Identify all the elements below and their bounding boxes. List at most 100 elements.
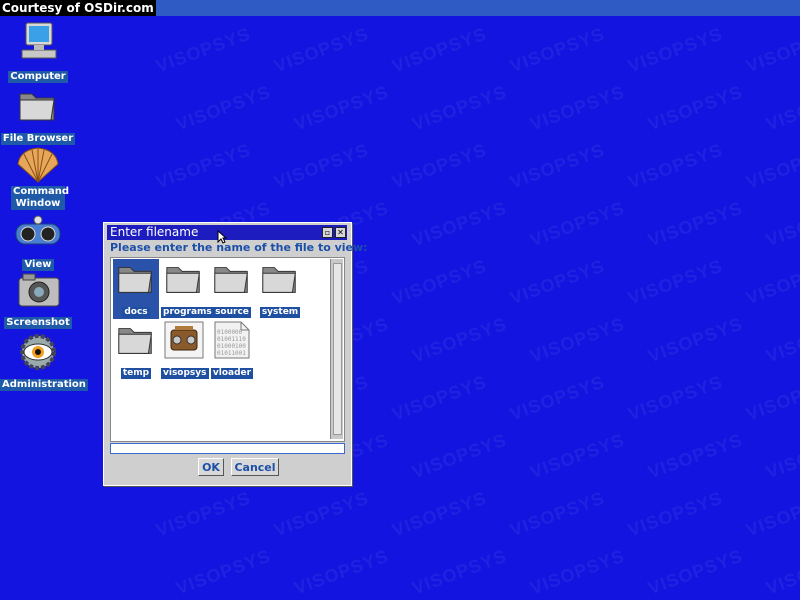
folder-icon (262, 267, 296, 293)
courtesy-banner: Courtesy of OSDir.com (0, 0, 156, 16)
watermark-text: VISOPSYS (173, 545, 274, 599)
file-list: docs programs source system temp visopsy… (110, 257, 345, 442)
watermark-text: VISOPSYS (291, 545, 392, 599)
watermark-text: VISOPSYS (389, 23, 490, 77)
file-item-visopsys[interactable]: visopsys (161, 320, 209, 379)
file-item-system[interactable]: system (257, 259, 303, 318)
binary-line-1: 0100000 (217, 329, 243, 336)
desktop-icon-screenshot[interactable]: Screenshot (0, 270, 76, 329)
enter-filename-dialog: Enter filename ▫ ✕ Please enter the name… (103, 222, 368, 486)
viewer-icon (15, 215, 61, 245)
watermark-text: VISOPSYS (527, 81, 628, 135)
watermark-text: VISOPSYS (409, 197, 510, 251)
desktop-label-screenshot: Screenshot (4, 317, 72, 329)
watermark-text: VISOPSYS (409, 429, 510, 483)
desktop-label-computer: Computer (8, 71, 68, 83)
watermark-text: VISOPSYS (153, 23, 254, 77)
watermark-text: VISOPSYS (271, 487, 372, 541)
watermark-text: VISOPSYS (409, 81, 510, 135)
desktop-icon-administration[interactable]: Administration (0, 332, 88, 391)
watermark-text: VISOPSYS (271, 23, 372, 77)
close-button[interactable]: ✕ (335, 227, 346, 238)
computer-icon (21, 22, 57, 59)
binary-line-3: 01000100 (217, 343, 246, 350)
desktop-icon-computer[interactable]: Computer (0, 20, 76, 83)
watermark-text: VISOPSYS (645, 313, 746, 367)
folder-icon (118, 267, 152, 293)
watermark-text: VISOPSYS (389, 139, 490, 193)
file-list-scrollbar[interactable] (330, 259, 343, 439)
folder-icon (214, 267, 248, 293)
watermark-text: VISOPSYS (625, 23, 726, 77)
watermark-text: VISOPSYS (527, 313, 628, 367)
camera-icon (18, 273, 60, 307)
watermark-text: VISOPSYS (763, 81, 800, 135)
watermark-text: VISOPSYS (763, 197, 800, 251)
dialog-prompt: Please enter the name of the file to vie… (110, 241, 368, 254)
desktop-icon-file-browser[interactable]: File Browser (0, 86, 76, 145)
desktop-icon-view[interactable]: View (0, 214, 76, 271)
folder-icon (166, 267, 200, 293)
shell-icon (17, 147, 59, 183)
watermark-text: VISOPSYS (743, 139, 800, 193)
watermark-text: VISOPSYS (645, 197, 746, 251)
watermark-text: VISOPSYS (153, 487, 254, 541)
watermark-text: VISOPSYS (507, 23, 608, 77)
dialog-title: Enter filename (110, 225, 199, 239)
cancel-button[interactable]: Cancel (231, 458, 279, 476)
watermark-text: VISOPSYS (763, 545, 800, 599)
watermark-text: VISOPSYS (763, 429, 800, 483)
watermark-text: VISOPSYS (625, 139, 726, 193)
desktop-label-administration: Administration (0, 379, 88, 391)
folder-icon (118, 328, 152, 354)
watermark-text: VISOPSYS (173, 81, 274, 135)
file-label-vloader: vloader (210, 368, 254, 379)
watermark-text: VISOPSYS (645, 545, 746, 599)
watermark-text: VISOPSYS (389, 487, 490, 541)
binary-file-icon: 0100000 01001110 01000100 01011001 (214, 321, 250, 359)
watermark-text: VISOPSYS (507, 371, 608, 425)
watermark-text: VISOPSYS (743, 255, 800, 309)
watermark-text: VISOPSYS (625, 371, 726, 425)
watermark-text: VISOPSYS (645, 81, 746, 135)
watermark-text: VISOPSYS (743, 487, 800, 541)
file-label-system: system (259, 307, 301, 318)
watermark-text: VISOPSYS (409, 545, 510, 599)
watermark-text: VISOPSYS (763, 313, 800, 367)
watermark-text: VISOPSYS (409, 313, 510, 367)
watermark-text: VISOPSYS (389, 255, 490, 309)
watermark-text: VISOPSYS (507, 487, 608, 541)
file-label-visopsys: visopsys (161, 368, 209, 379)
filename-input[interactable] (110, 443, 345, 454)
binary-line-2: 01001110 (217, 336, 246, 343)
watermark-text: VISOPSYS (527, 545, 628, 599)
watermark-text: VISOPSYS (625, 255, 726, 309)
watermark-text: VISOPSYS (743, 23, 800, 77)
kernel-engine-icon (164, 321, 204, 359)
file-item-docs[interactable]: docs (113, 259, 159, 319)
ok-button[interactable]: OK (198, 458, 224, 476)
folder-icon (19, 93, 55, 121)
watermark-text: VISOPSYS (271, 139, 372, 193)
dialog-titlebar[interactable]: Enter filename ▫ ✕ (107, 225, 347, 240)
watermark-text: VISOPSYS (743, 371, 800, 425)
file-label-docs: docs (122, 307, 150, 318)
file-item-programs[interactable]: programs (161, 259, 214, 318)
file-item-temp[interactable]: temp (113, 320, 159, 379)
desktop-label-file-browser: File Browser (0, 133, 76, 145)
mouse-cursor-icon (217, 230, 227, 244)
file-label-programs: programs (161, 307, 214, 318)
file-item-vloader[interactable]: 0100000 01001110 01000100 01011001 vload… (209, 320, 255, 379)
desktop-icon-command-window[interactable]: Command Window (0, 146, 76, 210)
minimize-button[interactable]: ▫ (322, 227, 333, 238)
watermark-text: VISOPSYS (507, 139, 608, 193)
desktop-label-command-window: Command Window (11, 186, 70, 210)
scrollbar-thumb[interactable] (333, 263, 342, 435)
watermark-text: VISOPSYS (645, 429, 746, 483)
file-item-source[interactable]: source (209, 259, 255, 318)
binary-line-4: 01011001 (217, 350, 246, 357)
file-label-source: source (213, 307, 251, 318)
watermark-text: VISOPSYS (625, 487, 726, 541)
admin-eye-icon (20, 334, 56, 370)
watermark-text: VISOPSYS (153, 139, 254, 193)
